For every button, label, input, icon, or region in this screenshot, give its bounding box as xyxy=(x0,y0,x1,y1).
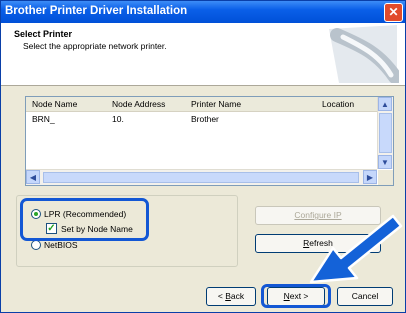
horizontal-scroll-thumb[interactable] xyxy=(43,172,359,183)
netbios-label[interactable]: NetBIOS xyxy=(44,240,78,250)
cell-node-address: 10. xyxy=(112,114,124,124)
column-location[interactable]: Location xyxy=(322,99,354,109)
header-subtitle: Select the appropriate network printer. xyxy=(23,41,167,51)
options-highlight-annotation xyxy=(20,198,149,241)
close-icon[interactable]: ✕ xyxy=(384,3,403,22)
pointer-arrow-annotation xyxy=(309,214,403,284)
back-label: ack xyxy=(230,291,245,301)
vertical-scrollbar[interactable]: ▲ ▼ xyxy=(377,97,393,169)
scroll-right-icon[interactable]: ▶ xyxy=(363,170,377,184)
scroll-left-icon[interactable]: ◀ xyxy=(26,170,40,184)
column-node-address[interactable]: Node Address xyxy=(112,99,165,109)
scroll-down-icon[interactable]: ▼ xyxy=(378,155,392,169)
column-printer-name[interactable]: Printer Name xyxy=(191,99,241,109)
cell-node-name: BRN_ xyxy=(32,114,55,124)
scroll-up-icon[interactable]: ▲ xyxy=(378,97,392,111)
horizontal-scrollbar[interactable]: ◀ ▶ xyxy=(26,169,377,185)
header-title: Select Printer xyxy=(14,29,73,39)
cancel-button[interactable]: Cancel xyxy=(337,287,393,306)
wizard-header: Select Printer Select the appropriate ne… xyxy=(1,23,405,86)
cell-printer-name: Brother xyxy=(191,114,219,124)
installer-window: Brother Printer Driver Installation ✕ Se… xyxy=(0,0,406,313)
scrollbar-corner xyxy=(378,170,393,185)
printer-list[interactable]: Node Name Node Address Printer Name Loca… xyxy=(25,96,394,186)
window-title: Brother Printer Driver Installation xyxy=(5,5,188,17)
wizard-graphic xyxy=(329,25,399,83)
vertical-scroll-thumb[interactable] xyxy=(379,113,392,153)
back-button[interactable]: < Back xyxy=(206,287,256,306)
netbios-radio[interactable] xyxy=(31,240,41,250)
title-bar: Brother Printer Driver Installation ✕ xyxy=(1,1,405,23)
column-node-name[interactable]: Node Name xyxy=(32,99,77,109)
list-column-header: Node Name Node Address Printer Name Loca… xyxy=(26,97,377,112)
